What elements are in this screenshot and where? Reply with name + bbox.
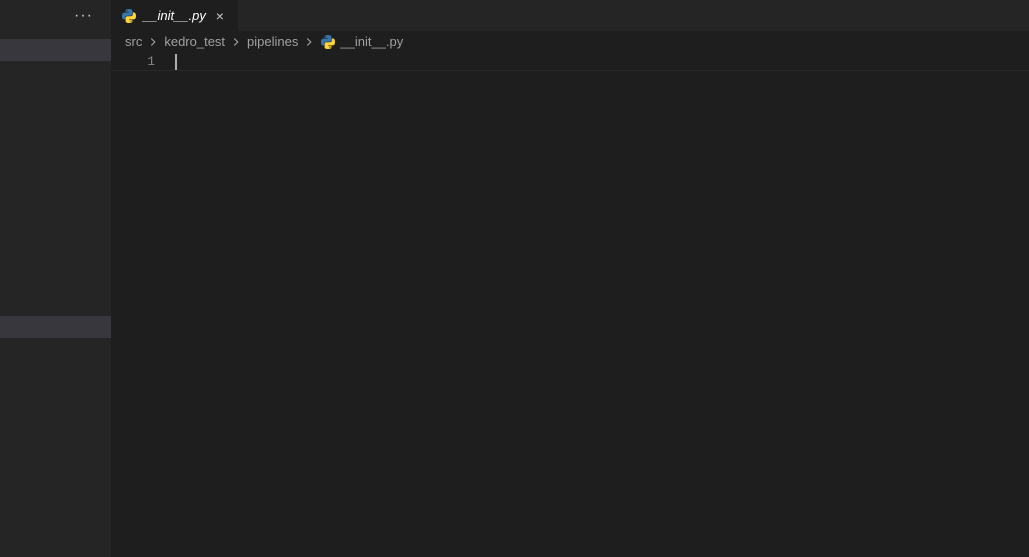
explorer-sidebar: ···	[0, 0, 111, 557]
python-icon	[121, 8, 137, 24]
chevron-right-icon	[229, 35, 243, 49]
close-icon[interactable]: ×	[212, 8, 228, 24]
breadcrumb-item[interactable]: __init__.py	[320, 34, 403, 50]
sidebar-section-header[interactable]	[0, 39, 111, 61]
sidebar-section-header[interactable]	[0, 316, 111, 338]
python-icon	[320, 34, 336, 50]
editor-main: __init__.py × src kedro_test pipelines	[111, 0, 1029, 557]
code-editor[interactable]: 1	[111, 53, 1029, 557]
breadcrumb-file-label: __init__.py	[340, 34, 403, 49]
more-actions-button[interactable]: ···	[70, 6, 97, 26]
breadcrumb: src kedro_test pipelines __init__.py	[111, 31, 1029, 53]
chevron-right-icon	[302, 35, 316, 49]
text-cursor	[175, 54, 177, 70]
breadcrumb-item[interactable]: pipelines	[247, 34, 298, 49]
tab-init-py[interactable]: __init__.py ×	[111, 0, 239, 31]
line-number: 1	[111, 53, 155, 71]
breadcrumb-item[interactable]: kedro_test	[164, 34, 225, 49]
code-content[interactable]	[175, 53, 1029, 557]
chevron-right-icon	[146, 35, 160, 49]
tab-bar: __init__.py ×	[111, 0, 1029, 31]
sidebar-toolbar: ···	[0, 0, 111, 31]
tab-label: __init__.py	[143, 8, 206, 23]
app-root: ··· __init__.py × src	[0, 0, 1029, 557]
line-number-gutter: 1	[111, 53, 175, 557]
breadcrumb-item[interactable]: src	[125, 34, 142, 49]
